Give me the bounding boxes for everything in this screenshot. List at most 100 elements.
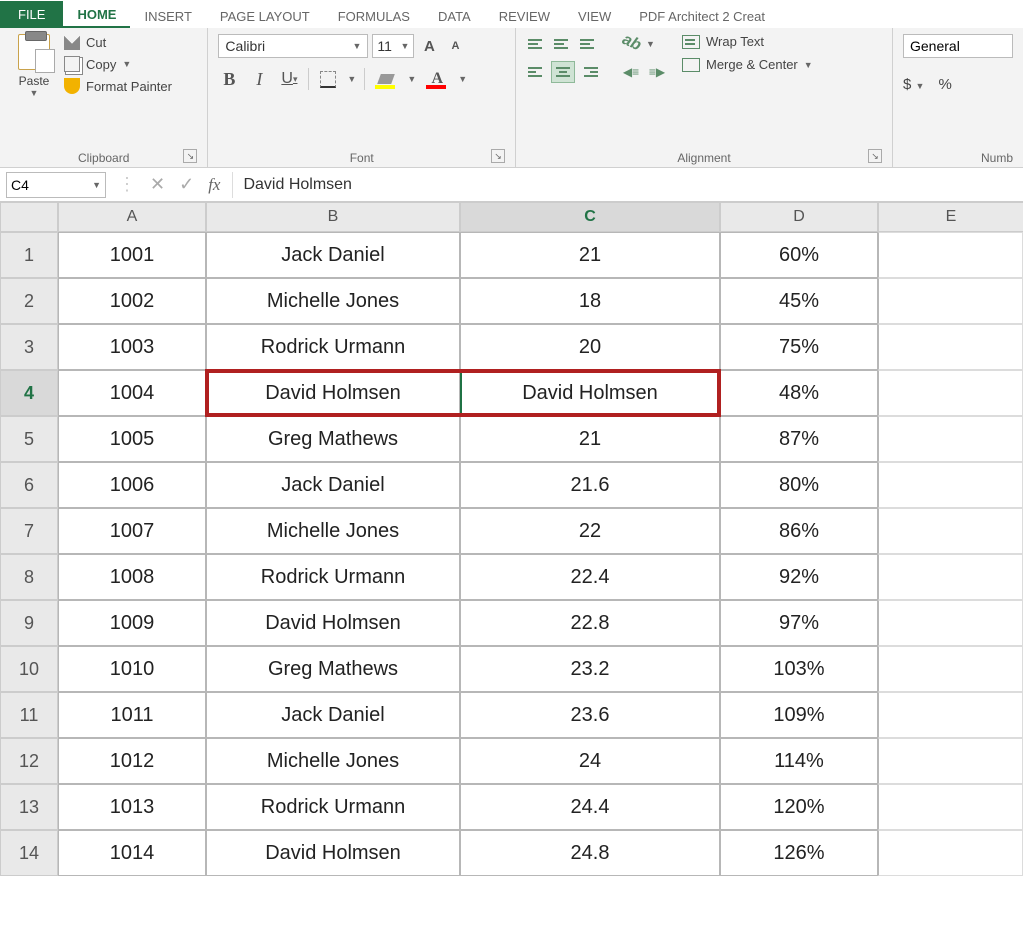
align-middle-button[interactable]: [552, 34, 574, 54]
cell-B4[interactable]: David Holmsen: [206, 370, 460, 416]
cell-B2[interactable]: Michelle Jones: [206, 278, 460, 324]
cell-D10[interactable]: 103%: [720, 646, 878, 692]
align-left-button[interactable]: [526, 62, 548, 82]
cell-A11[interactable]: 1011: [58, 692, 206, 738]
cell-C5[interactable]: 21: [460, 416, 720, 462]
row-header[interactable]: 10: [0, 646, 58, 692]
tab-insert[interactable]: INSERT: [130, 3, 205, 28]
row-header[interactable]: 2: [0, 278, 58, 324]
cell-E14[interactable]: [878, 830, 1023, 876]
cell-B10[interactable]: Greg Mathews: [206, 646, 460, 692]
row-header[interactable]: 6: [0, 462, 58, 508]
cell-C7[interactable]: 22: [460, 508, 720, 554]
cell-E5[interactable]: [878, 416, 1023, 462]
col-header-B[interactable]: B: [206, 202, 460, 232]
cell-C2[interactable]: 18: [460, 278, 720, 324]
cell-A12[interactable]: 1012: [58, 738, 206, 784]
cell-C4[interactable]: David Holmsen: [460, 370, 720, 416]
increase-indent-button[interactable]: ≡▶: [646, 62, 668, 82]
tab-pdf-architect[interactable]: PDF Architect 2 Creat: [625, 3, 779, 28]
align-center-button[interactable]: [552, 62, 574, 82]
row-header[interactable]: 5: [0, 416, 58, 462]
align-top-button[interactable]: [526, 34, 548, 54]
cell-E6[interactable]: [878, 462, 1023, 508]
col-header-E[interactable]: E: [878, 202, 1023, 232]
italic-button[interactable]: I: [248, 68, 270, 90]
cell-C1[interactable]: 21: [460, 232, 720, 278]
cell-B7[interactable]: Michelle Jones: [206, 508, 460, 554]
cell-C3[interactable]: 20: [460, 324, 720, 370]
cell-E9[interactable]: [878, 600, 1023, 646]
align-right-button[interactable]: [578, 62, 600, 82]
cell-A10[interactable]: 1010: [58, 646, 206, 692]
dialog-launcher-icon[interactable]: ↘: [868, 149, 882, 163]
enter-icon[interactable]: ✓: [179, 174, 194, 195]
col-header-C[interactable]: C: [460, 202, 720, 232]
cell-B5[interactable]: Greg Mathews: [206, 416, 460, 462]
chevron-down-icon[interactable]: ▼: [646, 39, 655, 49]
cell-C11[interactable]: 23.6: [460, 692, 720, 738]
cell-E3[interactable]: [878, 324, 1023, 370]
dialog-launcher-icon[interactable]: ↘: [183, 149, 197, 163]
tab-formulas[interactable]: FORMULAS: [324, 3, 424, 28]
row-header[interactable]: 8: [0, 554, 58, 600]
cell-A3[interactable]: 1003: [58, 324, 206, 370]
dialog-launcher-icon[interactable]: ↘: [491, 149, 505, 163]
cell-B1[interactable]: Jack Daniel: [206, 232, 460, 278]
cell-E2[interactable]: [878, 278, 1023, 324]
cell-E12[interactable]: [878, 738, 1023, 784]
paste-button[interactable]: Paste ▼: [10, 34, 58, 147]
cell-E8[interactable]: [878, 554, 1023, 600]
underline-button[interactable]: U▾: [278, 68, 300, 90]
cell-D3[interactable]: 75%: [720, 324, 878, 370]
cell-C9[interactable]: 22.8: [460, 600, 720, 646]
tab-home[interactable]: HOME: [63, 1, 130, 28]
cell-E1[interactable]: [878, 232, 1023, 278]
formula-input[interactable]: David Holmsen: [233, 176, 1023, 194]
cell-C6[interactable]: 21.6: [460, 462, 720, 508]
cell-D2[interactable]: 45%: [720, 278, 878, 324]
cell-A8[interactable]: 1008: [58, 554, 206, 600]
font-size-select[interactable]: 11 ▼: [372, 34, 414, 58]
cell-A13[interactable]: 1013: [58, 784, 206, 830]
format-painter-button[interactable]: Format Painter: [64, 78, 172, 94]
cell-C13[interactable]: 24.4: [460, 784, 720, 830]
tab-view[interactable]: VIEW: [564, 3, 625, 28]
cell-A1[interactable]: 1001: [58, 232, 206, 278]
cell-C8[interactable]: 22.4: [460, 554, 720, 600]
select-all-corner[interactable]: [0, 202, 58, 232]
tab-page-layout[interactable]: PAGE LAYOUT: [206, 3, 324, 28]
col-header-A[interactable]: A: [58, 202, 206, 232]
row-header[interactable]: 14: [0, 830, 58, 876]
fx-icon[interactable]: fx: [208, 175, 220, 195]
tab-file[interactable]: FILE: [0, 1, 63, 28]
cell-A2[interactable]: 1002: [58, 278, 206, 324]
name-box[interactable]: C4 ▼: [6, 172, 106, 198]
cell-B14[interactable]: David Holmsen: [206, 830, 460, 876]
grow-font-button[interactable]: A: [418, 35, 440, 57]
cell-D14[interactable]: 126%: [720, 830, 878, 876]
row-header[interactable]: 1: [0, 232, 58, 278]
cell-B3[interactable]: Rodrick Urmann: [206, 324, 460, 370]
cell-D12[interactable]: 114%: [720, 738, 878, 784]
decrease-indent-button[interactable]: ◀≡: [620, 62, 642, 82]
cell-B12[interactable]: Michelle Jones: [206, 738, 460, 784]
font-color-button[interactable]: A: [424, 68, 450, 90]
cell-D1[interactable]: 60%: [720, 232, 878, 278]
cell-E11[interactable]: [878, 692, 1023, 738]
cell-D6[interactable]: 80%: [720, 462, 878, 508]
cell-E13[interactable]: [878, 784, 1023, 830]
wrap-text-button[interactable]: Wrap Text: [682, 34, 813, 49]
cell-A7[interactable]: 1007: [58, 508, 206, 554]
cancel-icon[interactable]: ✕: [150, 174, 165, 195]
currency-button[interactable]: $ ▼: [903, 76, 924, 93]
cut-button[interactable]: Cut: [64, 34, 172, 50]
col-header-D[interactable]: D: [720, 202, 878, 232]
cell-B13[interactable]: Rodrick Urmann: [206, 784, 460, 830]
row-header[interactable]: 13: [0, 784, 58, 830]
cell-D4[interactable]: 48%: [720, 370, 878, 416]
cell-A6[interactable]: 1006: [58, 462, 206, 508]
row-header[interactable]: 4: [0, 370, 58, 416]
bold-button[interactable]: B: [218, 68, 240, 90]
row-header[interactable]: 7: [0, 508, 58, 554]
